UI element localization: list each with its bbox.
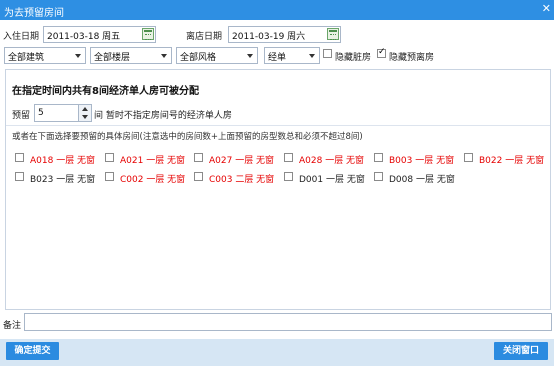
reserve-count-stepper[interactable]: 5	[34, 104, 92, 122]
window-title: 为去预留房间	[4, 8, 64, 19]
room-option[interactable]: A027 一层 无窗	[194, 152, 282, 166]
footer-bar: 确定提交 关闭窗口	[0, 339, 554, 366]
room-option[interactable]: A021 一层 无窗	[105, 152, 193, 166]
room-label: C003 二层 无窗	[209, 175, 275, 185]
room-type-select[interactable]: 经单	[264, 47, 320, 64]
room-option[interactable]: A018 一层 无窗	[15, 152, 103, 166]
room-option[interactable]: C003 二层 无窗	[194, 171, 282, 185]
room-option[interactable]: C002 一层 无窗	[105, 171, 193, 185]
chevron-down-icon	[309, 54, 315, 58]
reserve-count-value: 5	[38, 108, 44, 118]
room-option[interactable]: B022 一层 无窗	[464, 152, 552, 166]
chevron-down-icon	[247, 54, 253, 58]
hide-reserved-label: 隐藏预离房	[389, 53, 435, 63]
note-input[interactable]	[24, 313, 552, 331]
room-label: B023 一层 无窗	[30, 175, 96, 185]
room-checkbox[interactable]	[374, 153, 383, 162]
divider	[6, 125, 550, 126]
title-bar: 为去预留房间 ✕	[0, 0, 554, 20]
room-type-select-value: 经单	[268, 53, 287, 63]
filter-row: 全部建筑 全部楼层 全部风格 经单 隐藏脏房 隐藏预离房	[0, 47, 554, 64]
room-checkbox[interactable]	[284, 172, 293, 181]
room-panel: 在指定时间内共有8间经济单人房可被分配 预留 5 间 暂时不指定房间号的经济单人…	[5, 69, 551, 310]
room-option[interactable]: A028 一层 无窗	[284, 152, 372, 166]
checkout-label: 离店日期	[186, 32, 223, 42]
hide-dirty-label: 隐藏脏房	[335, 53, 372, 63]
building-select[interactable]: 全部建筑	[4, 47, 86, 64]
room-checkbox[interactable]	[284, 153, 293, 162]
floor-select-value: 全部楼层	[94, 53, 131, 63]
room-label: C002 一层 无窗	[120, 175, 186, 185]
chevron-down-icon	[75, 54, 81, 58]
room-checkbox[interactable]	[105, 172, 114, 181]
note-label: 备注	[3, 321, 22, 331]
room-label: A021 一层 无窗	[120, 156, 186, 166]
chevron-down-icon	[161, 54, 167, 58]
room-checkbox[interactable]	[15, 172, 24, 181]
calendar-icon[interactable]	[327, 28, 339, 40]
close-icon[interactable]: ✕	[542, 2, 551, 15]
room-checkbox[interactable]	[15, 153, 24, 162]
room-checkbox[interactable]	[374, 172, 383, 181]
calendar-icon[interactable]	[142, 28, 154, 40]
checkin-label: 入住日期	[3, 32, 40, 42]
room-option[interactable]: B003 一层 无窗	[374, 152, 462, 166]
room-label: D008 一层 无窗	[389, 175, 455, 185]
building-select-value: 全部建筑	[8, 53, 45, 63]
room-label: B022 一层 无窗	[479, 156, 545, 166]
checkin-date-field[interactable]: 2011-03-18 周五	[43, 26, 156, 43]
room-label: B003 一层 无窗	[389, 156, 455, 166]
reserve-label: 预留	[12, 111, 31, 121]
room-option[interactable]: D008 一层 无窗	[374, 171, 462, 185]
room-checkbox[interactable]	[194, 172, 203, 181]
room-label: A027 一层 无窗	[209, 156, 275, 166]
stepper-buttons[interactable]	[78, 105, 91, 121]
stepper-up-icon[interactable]	[82, 107, 88, 111]
room-label: D001 一层 无窗	[299, 175, 365, 185]
style-select-value: 全部风格	[180, 53, 217, 63]
room-checkbox[interactable]	[194, 153, 203, 162]
style-select[interactable]: 全部风格	[176, 47, 258, 64]
room-label: A028 一层 无窗	[299, 156, 365, 166]
submit-button[interactable]: 确定提交	[6, 342, 59, 360]
checkin-date-value: 2011-03-18 周五	[47, 32, 121, 42]
availability-heading: 在指定时间内共有8间经济单人房可被分配	[12, 86, 199, 97]
room-checkbox[interactable]	[105, 153, 114, 162]
reserve-description: 间 暂时不指定房间号的经济单人房	[94, 111, 232, 121]
checkout-date-field[interactable]: 2011-03-19 周六	[228, 26, 341, 43]
close-window-button[interactable]: 关闭窗口	[494, 342, 548, 360]
checkout-date-value: 2011-03-19 周六	[232, 32, 306, 42]
room-option[interactable]: D001 一层 无窗	[284, 171, 372, 185]
room-option[interactable]: B023 一层 无窗	[15, 171, 103, 185]
hide-dirty-checkbox[interactable]	[323, 49, 332, 58]
floor-select[interactable]: 全部楼层	[90, 47, 172, 64]
room-label: A018 一层 无窗	[30, 156, 96, 166]
date-row: 入住日期 2011-03-18 周五 离店日期 2011-03-19 周六	[0, 26, 554, 43]
selection-instruction: 或者在下面选择要预留的具体房间(注意选中的房间数+上面预留的房型数总和必须不超过…	[12, 132, 363, 142]
stepper-down-icon[interactable]	[82, 115, 88, 119]
hide-reserved-checkbox[interactable]	[377, 47, 386, 58]
room-checkbox[interactable]	[464, 153, 473, 162]
